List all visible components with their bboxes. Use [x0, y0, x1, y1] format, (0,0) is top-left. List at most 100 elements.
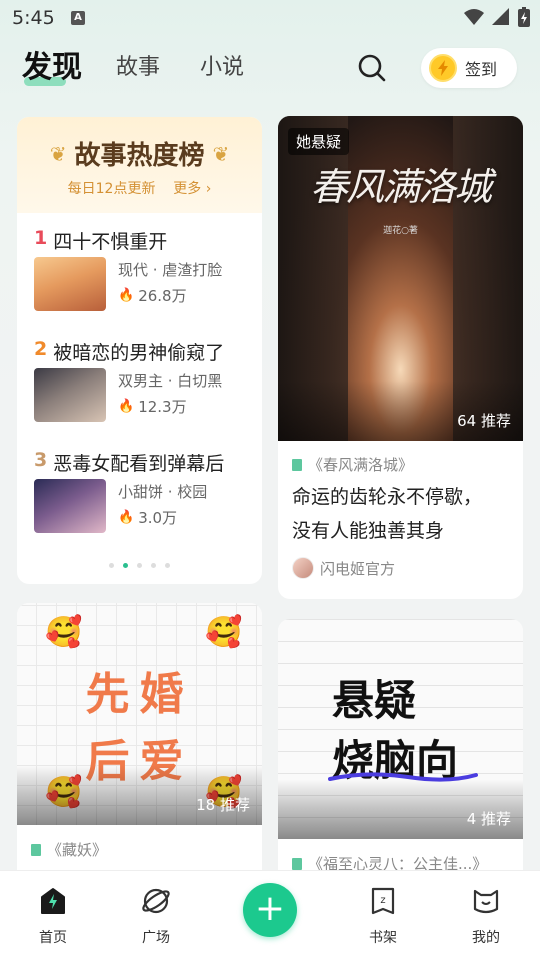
ranking-item-title-row: 2 被暗恋的男神偷窥了 [34, 338, 254, 365]
ranking-subtitle-row: 每日12点更新 更多 › [17, 178, 262, 198]
smiling-hearts-emoji-icon: 🥰 [45, 615, 83, 650]
create-button[interactable]: + [243, 883, 297, 937]
cover-author-art: 迦花○著 [383, 226, 418, 236]
cover-title-line: 悬疑 [332, 676, 417, 725]
heat-value: 3.0万 [138, 509, 178, 527]
flame-icon: 🔥 [118, 510, 135, 525]
ranking-item-title-row: 3 恶毒女配看到弹幕后 [34, 449, 254, 476]
ranking-item-title: 恶毒女配看到弹幕后 [53, 453, 225, 475]
flame-icon: 🔥 [118, 399, 135, 414]
ranking-title-row: ❦ 故事热度榜 ❦ [17, 117, 262, 172]
ranking-item-tags: 现代 · 虐渣打脸 [118, 261, 223, 279]
nav-square[interactable]: 广场 [126, 885, 186, 947]
nav-label: 首页 [39, 930, 67, 946]
book-name: 《藏妖》 [47, 841, 108, 859]
nav-profile[interactable]: 我的 [456, 885, 516, 947]
book-icon [31, 843, 41, 856]
cover-title-line: 先婚 [85, 669, 194, 720]
smiling-hearts-emoji-icon: 🥰 [205, 615, 243, 650]
book-name-row: 《藏妖》 [31, 839, 107, 860]
nav-label: 广场 [142, 930, 170, 946]
recommend-count: 18 推荐 [196, 796, 250, 814]
lightning-coin-icon [429, 54, 457, 82]
laurel-right-icon: ❦ [212, 141, 230, 166]
book-card[interactable]: 先婚 后爱 🥰 🥰 🥰 🥰 18 推荐 《藏妖》 [17, 603, 262, 903]
author-name: 闪电姬官方 [320, 559, 396, 578]
nav-bookshelf[interactable]: z 书架 [353, 885, 413, 947]
ranking-item[interactable]: 3 恶毒女配看到弹幕后 小甜饼 · 校园 🔥 3.0万 [34, 449, 254, 533]
wifi-icon [464, 9, 484, 25]
book-card[interactable]: 悬疑 烧脑向 4 推荐 《福至心灵八：公主佳...》 [278, 619, 523, 903]
genre-tag: 她悬疑 [288, 128, 350, 155]
tab-novel[interactable]: 小说 [200, 48, 244, 88]
svg-text:z: z [380, 895, 385, 906]
laurel-left-icon: ❦ [49, 141, 67, 166]
status-time: 5:45 [12, 7, 55, 29]
carousel-dot [137, 563, 142, 568]
book-cover-image: 春风满洛城 迦花○著 她悬疑 64 推荐 [278, 116, 523, 441]
bottom-nav: 首页 广场 + z 书架 我的 [0, 870, 540, 960]
ranking-item-tags: 小甜饼 · 校园 [118, 483, 208, 501]
book-name: 《春风满洛城》 [308, 456, 414, 474]
flame-icon: 🔥 [118, 288, 135, 303]
heat-row: 🔥 12.3万 [118, 396, 187, 417]
ranking-item-tags: 双男主 · 白切黑 [118, 372, 223, 390]
story-cover-image [34, 257, 106, 311]
book-name-row: 《春风满洛城》 [292, 454, 413, 475]
planet-icon [142, 888, 170, 914]
signal-icon [492, 8, 509, 25]
nav-label: 书架 [369, 930, 397, 946]
nav-home[interactable]: 首页 [23, 885, 83, 947]
tab-story[interactable]: 故事 [116, 48, 160, 88]
book-desc-line: 没有人能独善其身 [292, 520, 445, 542]
book-cover-image: 先婚 后爱 🥰 🥰 🥰 🥰 18 推荐 [17, 603, 262, 825]
notification-icon: A [71, 11, 85, 25]
heat-value: 26.8万 [138, 287, 187, 305]
book-icon [292, 458, 302, 471]
ranking-item-title-row: 1 四十不惧重开 [34, 227, 254, 254]
carousel-dot [165, 563, 170, 568]
carousel-dot [109, 563, 114, 568]
cat-face-icon [473, 889, 499, 914]
rank-number: 3 [34, 449, 48, 471]
heat-row: 🔥 3.0万 [118, 507, 177, 528]
book-cover-image: 悬疑 烧脑向 4 推荐 [278, 619, 523, 839]
rank-number: 2 [34, 338, 48, 360]
battery-icon [518, 7, 530, 27]
nav-label: 我的 [472, 930, 500, 946]
book-icon [292, 857, 302, 870]
ranking-item-title: 四十不惧重开 [53, 231, 168, 253]
ranking-card[interactable]: ❦ 故事热度榜 ❦ 每日12点更新 更多 › 1 四十不惧重开 现代 · 虐渣打… [17, 117, 262, 584]
author-row: 闪电姬官方 [292, 557, 395, 579]
heat-row: 🔥 26.8万 [118, 285, 187, 306]
book-description: 命运的齿轮永不停歇， 没有人能独善其身 [292, 480, 512, 548]
book-card[interactable]: 春风满洛城 迦花○著 她悬疑 64 推荐 《春风满洛城》 命运的齿轮永不停歇， … [278, 116, 523, 599]
rank-number: 1 [34, 227, 48, 249]
ranking-title: 故事热度榜 [74, 141, 205, 171]
ranking-item-title: 被暗恋的男神偷窥了 [53, 342, 225, 364]
heat-value: 12.3万 [138, 398, 187, 416]
story-cover-image [34, 368, 106, 422]
book-desc-line: 命运的齿轮永不停歇， [292, 486, 483, 508]
ranking-subtitle: 每日12点更新 [67, 181, 156, 197]
tab-discover[interactable]: 发现 [22, 48, 82, 88]
carousel-dot-active [123, 563, 128, 568]
ranking-item[interactable]: 1 四十不惧重开 现代 · 虐渣打脸 🔥 26.8万 [34, 227, 254, 311]
carousel-dots [17, 563, 262, 568]
ranking-more-link[interactable]: 更多 › [173, 181, 211, 197]
bookshelf-icon: z [371, 887, 395, 915]
home-lightning-icon [41, 888, 65, 914]
status-icons [464, 7, 530, 27]
ranking-header: ❦ 故事热度榜 ❦ 每日12点更新 更多 › [17, 117, 262, 213]
story-cover-image [34, 479, 106, 533]
status-bar: 5:45 A [0, 0, 540, 38]
search-icon[interactable] [356, 52, 388, 84]
signin-button[interactable]: 签到 [421, 48, 517, 88]
ranking-item[interactable]: 2 被暗恋的男神偷窥了 双男主 · 白切黑 🔥 12.3万 [34, 338, 254, 422]
signin-label: 签到 [465, 60, 498, 79]
recommend-count: 4 推荐 [466, 810, 511, 828]
top-tabs: 发现 故事 小说 [22, 48, 284, 88]
cover-title-art: 春风满洛城 [309, 165, 492, 209]
recommend-count: 64 推荐 [457, 412, 511, 430]
avatar [292, 557, 314, 579]
